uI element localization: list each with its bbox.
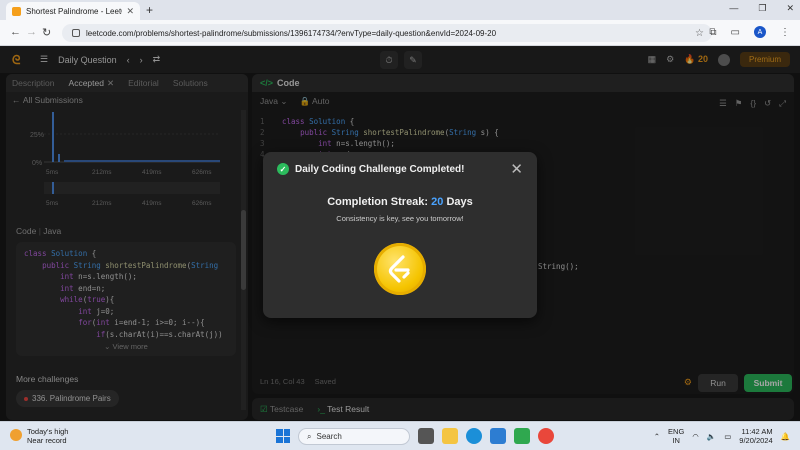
volume-icon[interactable]: 🔈 — [707, 432, 716, 441]
taskbar-search[interactable]: ⌕ Search — [298, 428, 410, 445]
close-modal-icon[interactable]: ✕ — [510, 160, 523, 178]
leetcode-coin-icon — [374, 243, 426, 295]
streak-suffix: Days — [446, 196, 473, 208]
consistency-message: Consistency is key, see you tomorrow! — [336, 214, 464, 223]
forward-icon[interactable]: → — [26, 26, 37, 38]
weather-widget[interactable]: Today's high Near record — [10, 427, 68, 445]
url-text: leetcode.com/problems/shortest-palindrom… — [86, 28, 497, 38]
streak-value: 20 — [431, 196, 444, 208]
windows-taskbar: Today's high Near record ⌕ Search ⌃ ENG … — [0, 421, 800, 450]
wifi-icon[interactable]: ◠ — [692, 432, 699, 441]
edge-icon[interactable] — [466, 428, 482, 444]
address-bar-row: ← → ↻ leetcode.com/problems/shortest-pal… — [0, 20, 800, 46]
taskbar-apps — [418, 428, 554, 444]
reload-icon[interactable]: ↻ — [42, 26, 51, 39]
notifications-icon[interactable]: 🔔 — [781, 432, 790, 441]
daily-challenge-modal: ✓ Daily Coding Challenge Completed! ✕ Co… — [263, 152, 537, 318]
url-field[interactable]: leetcode.com/problems/shortest-palindrom… — [62, 24, 712, 42]
lang-primary: ENG — [668, 427, 685, 436]
modal-title: Daily Coding Challenge Completed! — [295, 163, 465, 175]
weather-icon — [10, 429, 22, 441]
completion-streak: Completion Streak: 20 Days — [263, 196, 537, 208]
browser-toolbar: ⧉ ▭ A ⋮ — [709, 26, 790, 38]
input-language[interactable]: ENG IN — [668, 427, 684, 445]
browser-tab[interactable]: Shortest Palindrome - LeetCode ✕ — [6, 2, 140, 20]
close-window-icon[interactable]: ✕ — [786, 3, 794, 14]
battery-icon[interactable]: ▭ — [724, 432, 731, 441]
profile-avatar[interactable]: A — [754, 26, 766, 38]
browser-menu-icon[interactable]: ⋮ — [780, 27, 790, 38]
back-icon[interactable]: ← — [10, 26, 21, 38]
weather-sub: Near record — [27, 436, 67, 445]
bookmark-star-icon[interactable]: ☆ — [695, 28, 704, 39]
maximize-icon[interactable]: ❐ — [758, 3, 766, 14]
clock[interactable]: 11:42 AM 9/20/2024 — [739, 427, 772, 445]
weather-title: Today's high — [27, 427, 69, 436]
store-icon[interactable] — [490, 428, 506, 444]
browser-tabbar: Shortest Palindrome - LeetCode ✕ + — ❐ ✕ — [0, 0, 800, 20]
lang-secondary: IN — [672, 436, 680, 445]
search-label: Search — [316, 432, 342, 441]
check-circle-icon: ✓ — [277, 163, 289, 175]
new-tab-button[interactable]: + — [146, 3, 153, 17]
site-info-icon[interactable] — [72, 29, 80, 37]
streak-prefix: Completion Streak: — [327, 196, 429, 208]
sidebar-icon[interactable]: ▭ — [731, 27, 740, 38]
sheets-icon[interactable] — [514, 428, 530, 444]
clock-date: 9/20/2024 — [739, 436, 773, 445]
window-controls: — ❐ ✕ — [729, 3, 794, 14]
leetcode-favicon-icon — [12, 6, 21, 16]
tab-title: Shortest Palindrome - LeetCode — [26, 6, 122, 16]
file-explorer-icon[interactable] — [442, 428, 458, 444]
search-icon: ⌕ — [307, 431, 312, 441]
task-view-icon[interactable] — [418, 428, 434, 444]
modal-header: ✓ Daily Coding Challenge Completed! — [277, 163, 464, 175]
close-tab-icon[interactable]: ✕ — [126, 6, 134, 17]
clock-time: 11:42 AM — [741, 427, 773, 436]
chrome-icon[interactable] — [538, 428, 554, 444]
minimize-icon[interactable]: — — [729, 3, 738, 14]
tray-chevron-icon[interactable]: ⌃ — [654, 432, 660, 441]
windows-start-icon[interactable] — [276, 429, 290, 443]
extensions-icon[interactable]: ⧉ — [709, 27, 716, 38]
system-tray: ⌃ ENG IN ◠ 🔈 ▭ 11:42 AM 9/20/2024 🔔 — [654, 427, 790, 445]
